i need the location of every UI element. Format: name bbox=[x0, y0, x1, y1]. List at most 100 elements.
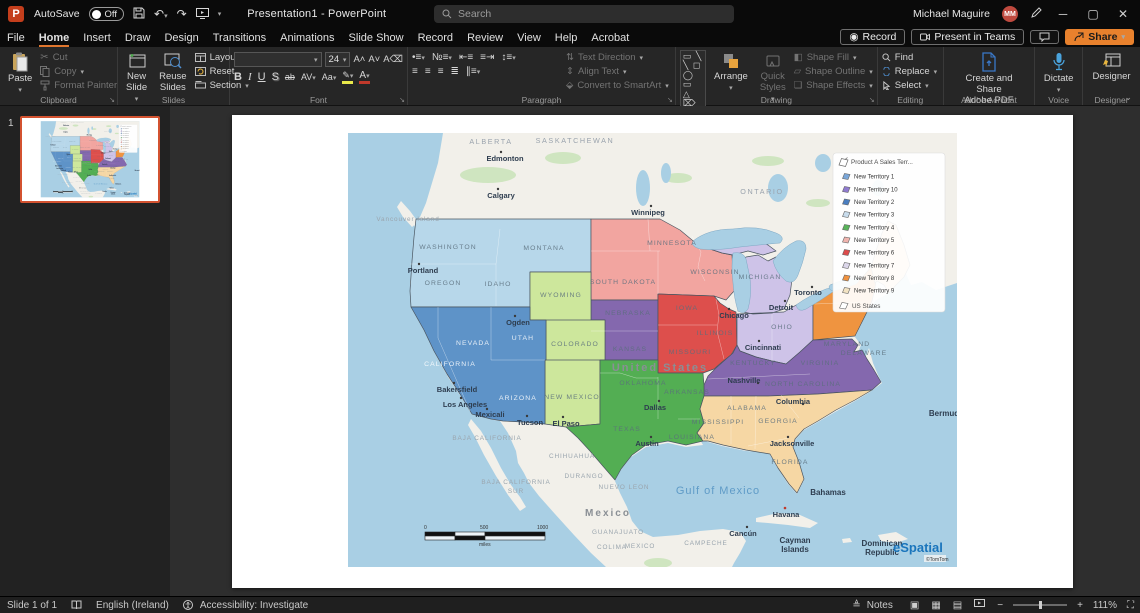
tab-slide-show[interactable]: Slide Show bbox=[342, 30, 411, 46]
city-label: Havana bbox=[773, 510, 801, 519]
line-spacing-button[interactable]: ↕≡▾ bbox=[501, 52, 515, 63]
proofing-icon[interactable] bbox=[64, 600, 89, 610]
replace-button[interactable]: Replace▾ bbox=[882, 66, 937, 77]
bold-button[interactable]: B bbox=[234, 71, 242, 83]
zoom-in-button[interactable]: + bbox=[1075, 600, 1085, 611]
align-center-button[interactable]: ≡ bbox=[425, 66, 431, 77]
align-left-button[interactable]: ≡ bbox=[412, 66, 418, 77]
change-case-button[interactable]: Aa▾ bbox=[322, 72, 337, 82]
zoom-slider[interactable] bbox=[1013, 604, 1067, 606]
undo-icon[interactable]: ↶▾ bbox=[154, 8, 168, 20]
state-label: MISSISSIPPI bbox=[692, 419, 745, 426]
decrease-indent-button[interactable]: ⇤≡ bbox=[459, 52, 473, 63]
columns-button[interactable]: ∥≡▾ bbox=[466, 66, 480, 77]
state-label: MINNESOTA bbox=[647, 240, 697, 247]
tab-view[interactable]: View bbox=[510, 30, 548, 46]
slideshow-view-icon[interactable] bbox=[972, 599, 987, 611]
cut-button[interactable]: ✂Cut bbox=[40, 52, 117, 63]
slide[interactable]: , bbox=[232, 115, 1073, 588]
tab-home[interactable]: Home bbox=[32, 30, 77, 46]
accessibility-status[interactable]: Accessibility: Investigate bbox=[200, 600, 315, 611]
mx-state-label: SUR bbox=[508, 488, 524, 495]
grow-font-button[interactable]: A˄ bbox=[353, 54, 365, 65]
tab-help[interactable]: Help bbox=[548, 30, 585, 46]
minimize-button[interactable]: ─ bbox=[1054, 7, 1072, 21]
zoom-slider-thumb[interactable] bbox=[1039, 601, 1042, 609]
fit-to-window-icon[interactable]: ⛶ bbox=[1125, 600, 1136, 611]
smartart-button[interactable]: ⬙Convert to SmartArt▾ bbox=[566, 80, 669, 91]
maximize-button[interactable]: ▢ bbox=[1084, 7, 1102, 21]
paste-button[interactable]: Paste▾ bbox=[4, 50, 36, 97]
notes-button[interactable]: ≜Notes bbox=[843, 600, 900, 611]
start-slideshow-icon[interactable] bbox=[196, 8, 209, 21]
strikethrough-button[interactable]: ab bbox=[285, 72, 295, 82]
align-text-button[interactable]: ⇕Align Text▾ bbox=[566, 66, 669, 77]
zoom-out-button[interactable]: − bbox=[995, 600, 1005, 611]
character-spacing-button[interactable]: AV▾ bbox=[301, 72, 316, 82]
tab-design[interactable]: Design bbox=[157, 30, 205, 46]
search-input[interactable]: Search bbox=[434, 5, 734, 23]
present-in-teams-button[interactable]: Present in Teams bbox=[911, 29, 1024, 45]
text-direction-button[interactable]: ⇅Text Direction▾ bbox=[566, 52, 669, 63]
user-name[interactable]: Michael Maguire bbox=[913, 8, 990, 20]
tab-acrobat[interactable]: Acrobat bbox=[584, 30, 636, 46]
slide-thumbnail[interactable] bbox=[20, 116, 160, 203]
city-label: Nashville bbox=[728, 376, 761, 385]
select-button[interactable]: Select▾ bbox=[882, 80, 937, 91]
arrange-button[interactable]: Arrange▾ bbox=[710, 50, 752, 95]
tab-draw[interactable]: Draw bbox=[118, 30, 158, 46]
format-painter-button[interactable]: Format Painter bbox=[40, 80, 117, 91]
language-indicator[interactable]: English (Ireland) bbox=[89, 600, 176, 611]
normal-view-icon[interactable]: ▣ bbox=[908, 600, 921, 611]
text-shadow-button[interactable]: S bbox=[272, 71, 279, 83]
city-label: Cincinnati bbox=[745, 343, 781, 352]
smartart-icon: ⬙ bbox=[566, 80, 573, 91]
clipboard-dialog-launcher-icon[interactable]: ↘ bbox=[109, 96, 115, 104]
font-dialog-launcher-icon[interactable]: ↘ bbox=[399, 96, 405, 104]
drawing-dialog-launcher-icon[interactable]: ↘ bbox=[869, 96, 875, 104]
tab-transitions[interactable]: Transitions bbox=[206, 30, 273, 46]
comments-button[interactable] bbox=[1030, 30, 1059, 44]
redo-icon[interactable]: ↷ bbox=[177, 8, 187, 20]
highlight-color-button[interactable]: ✎▾ bbox=[342, 70, 353, 84]
tab-review[interactable]: Review bbox=[460, 30, 510, 46]
user-avatar[interactable]: MM bbox=[1002, 6, 1018, 22]
shape-outline-button[interactable]: ▱Shape Outline▾ bbox=[794, 66, 873, 77]
tab-file[interactable]: File bbox=[0, 30, 32, 46]
shape-effects-button[interactable]: ❏Shape Effects▾ bbox=[794, 80, 873, 91]
record-button[interactable]: ◉Record bbox=[840, 29, 905, 45]
close-button[interactable]: ✕ bbox=[1114, 7, 1132, 21]
tab-record[interactable]: Record bbox=[411, 30, 460, 46]
qat-more-icon[interactable]: ▾ bbox=[218, 11, 222, 18]
tab-insert[interactable]: Insert bbox=[76, 30, 118, 46]
font-name-select[interactable]: ▾ bbox=[234, 52, 322, 67]
justify-button[interactable]: ≣ bbox=[451, 66, 459, 77]
map-object[interactable]: , bbox=[348, 133, 957, 567]
autosave-toggle[interactable]: Off bbox=[89, 7, 125, 21]
align-right-button[interactable]: ≡ bbox=[438, 66, 444, 77]
copy-button[interactable]: Copy▾ bbox=[40, 66, 117, 77]
tab-animations[interactable]: Animations bbox=[273, 30, 341, 46]
paragraph-dialog-launcher-icon[interactable]: ↘ bbox=[667, 96, 673, 104]
bullets-button[interactable]: •≡▾ bbox=[412, 52, 425, 63]
numbering-button[interactable]: №≡▾ bbox=[432, 52, 452, 63]
collapse-ribbon-icon[interactable]: ⌄ bbox=[1124, 92, 1132, 103]
save-icon[interactable] bbox=[133, 7, 145, 21]
shrink-font-button[interactable]: A˅ bbox=[368, 54, 380, 65]
clear-formatting-button[interactable]: A⌫ bbox=[383, 54, 403, 65]
pen-mode-icon[interactable] bbox=[1030, 7, 1042, 21]
shape-fill-button[interactable]: ◧Shape Fill▾ bbox=[794, 52, 873, 63]
underline-button[interactable]: U bbox=[258, 71, 266, 83]
increase-indent-button[interactable]: ≡⇥ bbox=[480, 52, 494, 63]
dictate-button[interactable]: Dictate▾ bbox=[1040, 50, 1078, 98]
find-button[interactable]: Find bbox=[882, 52, 937, 63]
designer-button[interactable]: Designer bbox=[1089, 50, 1135, 85]
reading-view-icon[interactable]: ▤ bbox=[951, 600, 964, 611]
italic-button[interactable]: I bbox=[248, 71, 252, 83]
reuse-slides-button[interactable]: ReuseSlides bbox=[155, 50, 190, 96]
slide-sorter-icon[interactable]: ▦ bbox=[929, 600, 942, 611]
font-size-select[interactable]: 24▾ bbox=[325, 52, 351, 67]
zoom-level[interactable]: 111% bbox=[1093, 600, 1117, 611]
share-button[interactable]: Share▾ bbox=[1065, 29, 1134, 45]
font-color-button[interactable]: A▾ bbox=[359, 70, 369, 84]
